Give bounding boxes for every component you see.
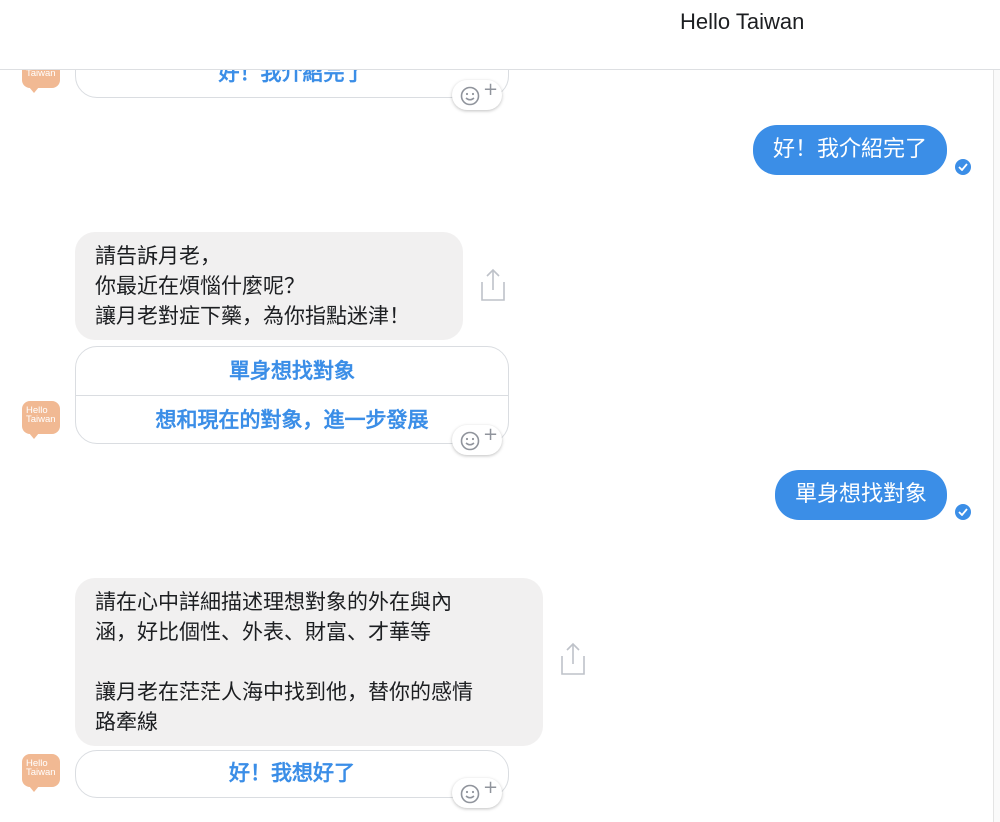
message-line: 你最近在煩惱什麼呢？: [95, 274, 305, 298]
quick-reply-group: 單身想找對象 想和現在的對象，進一步發展: [75, 346, 509, 444]
smiley-icon: [460, 86, 480, 106]
message-list[interactable]: Hello Taiwan 好！我介紹完了 + 好！我介紹完了 請告訴月老， 你最…: [0, 70, 1000, 822]
plus-icon: +: [483, 777, 499, 798]
message-line: 請告訴月老，: [95, 244, 221, 268]
avatar-text-line2: Taiwan: [26, 767, 56, 778]
quick-reply-button[interactable]: 想和現在的對象，進一步發展: [76, 396, 508, 444]
message-line: 讓月老在茫茫人海中找到他，替你的感情: [95, 680, 473, 704]
bot-message[interactable]: 請在心中詳細描述理想對象的外在與內 涵，好比個性、外表、財富、才華等 讓月老在茫…: [75, 578, 543, 746]
quick-reply-button[interactable]: 好！我介紹完了: [76, 70, 508, 97]
plus-icon: +: [483, 424, 499, 445]
chat-title: Hello Taiwan: [680, 9, 805, 34]
bot-avatar[interactable]: Hello Taiwan: [22, 70, 60, 93]
smiley-icon: [460, 784, 480, 804]
scrollbar[interactable]: [993, 70, 1000, 822]
bot-message[interactable]: 請告訴月老， 你最近在煩惱什麼呢？ 讓月老對症下藥，為你指點迷津！: [75, 232, 463, 340]
reaction-button[interactable]: +: [452, 79, 502, 110]
check-circle-icon: [955, 504, 971, 520]
check-circle-icon: [955, 159, 971, 175]
user-message[interactable]: 好！我介紹完了: [752, 125, 947, 175]
share-icon[interactable]: [558, 642, 588, 676]
message-line: 請在心中詳細描述理想對象的外在與內: [95, 590, 452, 614]
message-line: 路牽線: [95, 710, 158, 734]
reaction-button[interactable]: +: [452, 424, 502, 455]
bot-avatar[interactable]: Hello Taiwan: [22, 401, 60, 439]
share-icon[interactable]: [478, 268, 508, 302]
avatar-text-line2: Taiwan: [26, 414, 56, 425]
quick-reply-group: 好！我想好了: [75, 750, 509, 798]
smiley-icon: [460, 431, 480, 451]
avatar-text-line2: Taiwan: [26, 70, 56, 79]
reaction-button[interactable]: +: [452, 777, 502, 808]
chat-header: Hello Taiwan: [0, 0, 1000, 70]
bot-avatar[interactable]: Hello Taiwan: [22, 754, 60, 792]
user-message[interactable]: 單身想找對象: [774, 470, 947, 520]
quick-reply-button[interactable]: 單身想找對象: [76, 347, 508, 396]
quick-reply-group: 好！我介紹完了: [75, 70, 509, 98]
message-line: 涵，好比個性、外表、財富、才華等: [95, 620, 431, 644]
message-line: 讓月老對症下藥，為你指點迷津！: [95, 304, 410, 328]
plus-icon: +: [483, 79, 499, 100]
quick-reply-button[interactable]: 好！我想好了: [76, 751, 508, 795]
